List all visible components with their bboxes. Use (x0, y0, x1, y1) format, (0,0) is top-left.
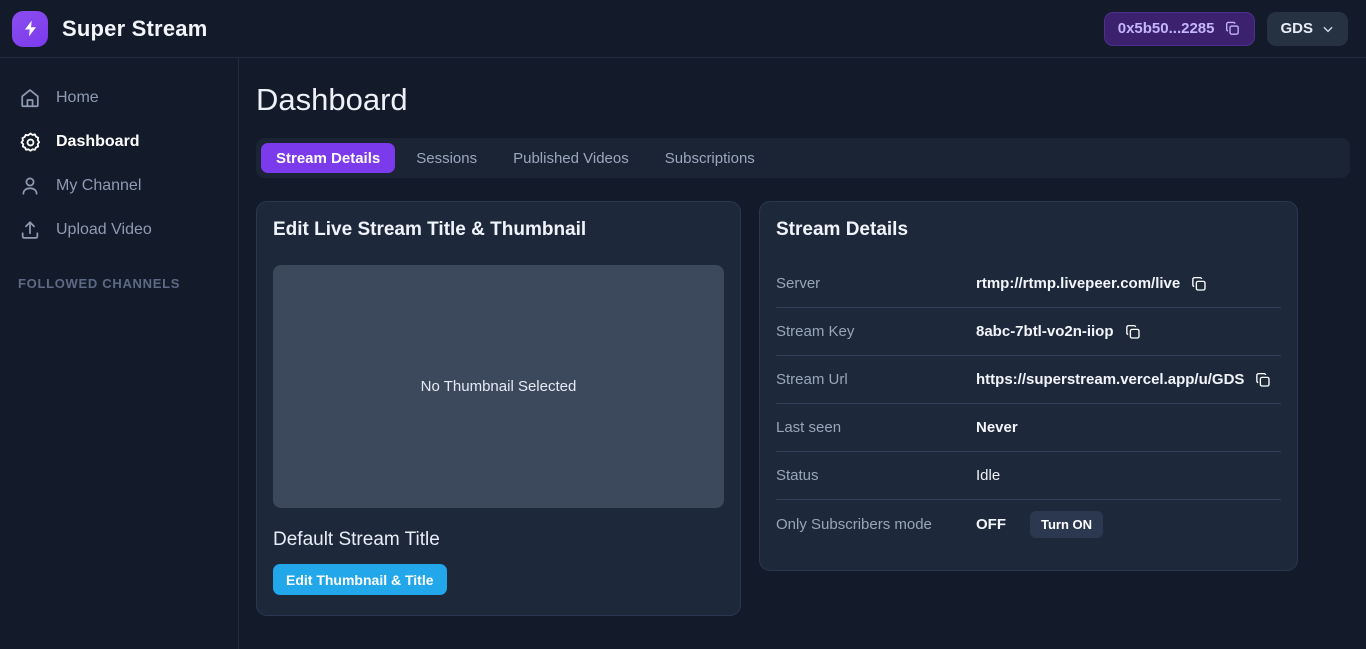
row-label: Only Subscribers mode (776, 515, 932, 533)
account-name-label: GDS (1280, 20, 1313, 37)
followed-channels-label: FOLLOWED CHANNELS (18, 276, 181, 291)
main-content: Dashboard Stream Details Sessions Publis… (239, 58, 1366, 649)
stream-details-card: Stream Details Server rtmp://rtmp.livepe… (759, 201, 1298, 571)
copy-icon[interactable] (1224, 20, 1241, 37)
stream-url-value: https://superstream.vercel.app/u/GDS (976, 371, 1245, 388)
subscribers-mode-state: OFF (976, 515, 1006, 533)
body: Home Dashboard My Channel Upload Video F… (0, 58, 1366, 649)
detail-row-status: Status Idle (776, 452, 1281, 500)
detail-row-last-seen: Last seen Never (776, 404, 1281, 452)
top-bar-right: 0x5b50...2285 GDS (1103, 11, 1348, 46)
status-badge: Idle (976, 467, 1001, 484)
top-bar: Super Stream 0x5b50...2285 GDS (0, 0, 1366, 58)
lightning-bolt-icon (24, 20, 36, 37)
sidebar-item-home[interactable]: Home (0, 76, 238, 120)
stream-key-value: 8abc-7btl-vo2n-iiop (976, 323, 1114, 340)
row-value: OFF Turn ON (976, 510, 1104, 538)
row-label: Last seen (776, 419, 842, 436)
wallet-address-label: 0x5b50...2285 (1117, 20, 1215, 37)
row-label: Server (776, 275, 821, 292)
tab-sessions[interactable]: Sessions (401, 143, 492, 173)
user-icon (18, 174, 42, 198)
gear-icon (18, 130, 42, 154)
upload-icon (18, 218, 42, 242)
edit-thumbnail-card: Edit Live Stream Title & Thumbnail No Th… (256, 201, 741, 616)
page-title: Dashboard (256, 82, 408, 117)
copy-icon[interactable] (1124, 323, 1142, 341)
stream-title-text: Default Stream Title (273, 529, 440, 550)
sidebar-item-label: My Channel (56, 177, 142, 194)
edit-thumbnail-title-button[interactable]: Edit Thumbnail & Title (273, 564, 447, 595)
sidebar-item-my-channel[interactable]: My Channel (0, 164, 238, 208)
row-label: Stream Url (776, 371, 848, 388)
copy-icon[interactable] (1190, 275, 1208, 293)
row-label: Status (776, 467, 819, 484)
home-icon (18, 86, 42, 110)
thumbnail-preview[interactable]: No Thumbnail Selected (273, 265, 724, 508)
tab-label: Sessions (416, 149, 478, 167)
card-title: Edit Live Stream Title & Thumbnail (273, 219, 587, 240)
app-logo (12, 10, 48, 47)
stream-details-rows: Server rtmp://rtmp.livepeer.com/live Str… (776, 260, 1281, 548)
sidebar-item-dashboard[interactable]: Dashboard (0, 120, 238, 164)
chevron-down-icon (1323, 26, 1333, 32)
tab-published-videos[interactable]: Published Videos (498, 143, 644, 173)
tab-subscriptions[interactable]: Subscriptions (650, 143, 770, 173)
server-value: rtmp://rtmp.livepeer.com/live (976, 275, 1181, 292)
detail-row-server: Server rtmp://rtmp.livepeer.com/live (776, 260, 1281, 308)
sidebar-item-upload-video[interactable]: Upload Video (0, 208, 238, 252)
cards-container: Edit Live Stream Title & Thumbnail No Th… (256, 201, 1350, 616)
app-root: Super Stream 0x5b50...2285 GDS Home Dash… (0, 0, 1366, 649)
detail-row-only-subscribers: Only Subscribers mode OFF Turn ON (776, 500, 1281, 548)
detail-row-stream-url: Stream Url https://superstream.vercel.ap… (776, 356, 1281, 404)
account-menu-button[interactable]: GDS (1267, 11, 1348, 46)
sidebar-item-label: Dashboard (56, 133, 140, 150)
tab-label: Subscriptions (664, 149, 755, 167)
tab-bar: Stream Details Sessions Published Videos… (256, 138, 1350, 178)
sidebar: Home Dashboard My Channel Upload Video F… (0, 58, 239, 649)
sidebar-item-label: Upload Video (56, 221, 152, 238)
wallet-address-chip[interactable]: 0x5b50...2285 (1103, 11, 1256, 46)
last-seen-value: Never (976, 419, 1018, 436)
card-title: Stream Details (776, 219, 909, 240)
sidebar-item-label: Home (56, 89, 99, 106)
row-value: rtmp://rtmp.livepeer.com/live (976, 275, 1208, 293)
tab-label: Stream Details (276, 149, 381, 167)
tab-label: Published Videos (513, 149, 629, 167)
thumbnail-placeholder-text: No Thumbnail Selected (420, 378, 577, 395)
brand-name: Super Stream (62, 15, 208, 41)
row-value: 8abc-7btl-vo2n-iiop (976, 323, 1142, 341)
row-label: Stream Key (776, 323, 855, 340)
row-value: https://superstream.vercel.app/u/GDS (976, 371, 1272, 389)
detail-row-stream-key: Stream Key 8abc-7btl-vo2n-iiop (776, 308, 1281, 356)
brand[interactable]: Super Stream (12, 10, 208, 47)
turn-on-button[interactable]: Turn ON (1030, 510, 1104, 538)
tab-stream-details[interactable]: Stream Details (261, 143, 396, 173)
copy-icon[interactable] (1254, 371, 1272, 389)
